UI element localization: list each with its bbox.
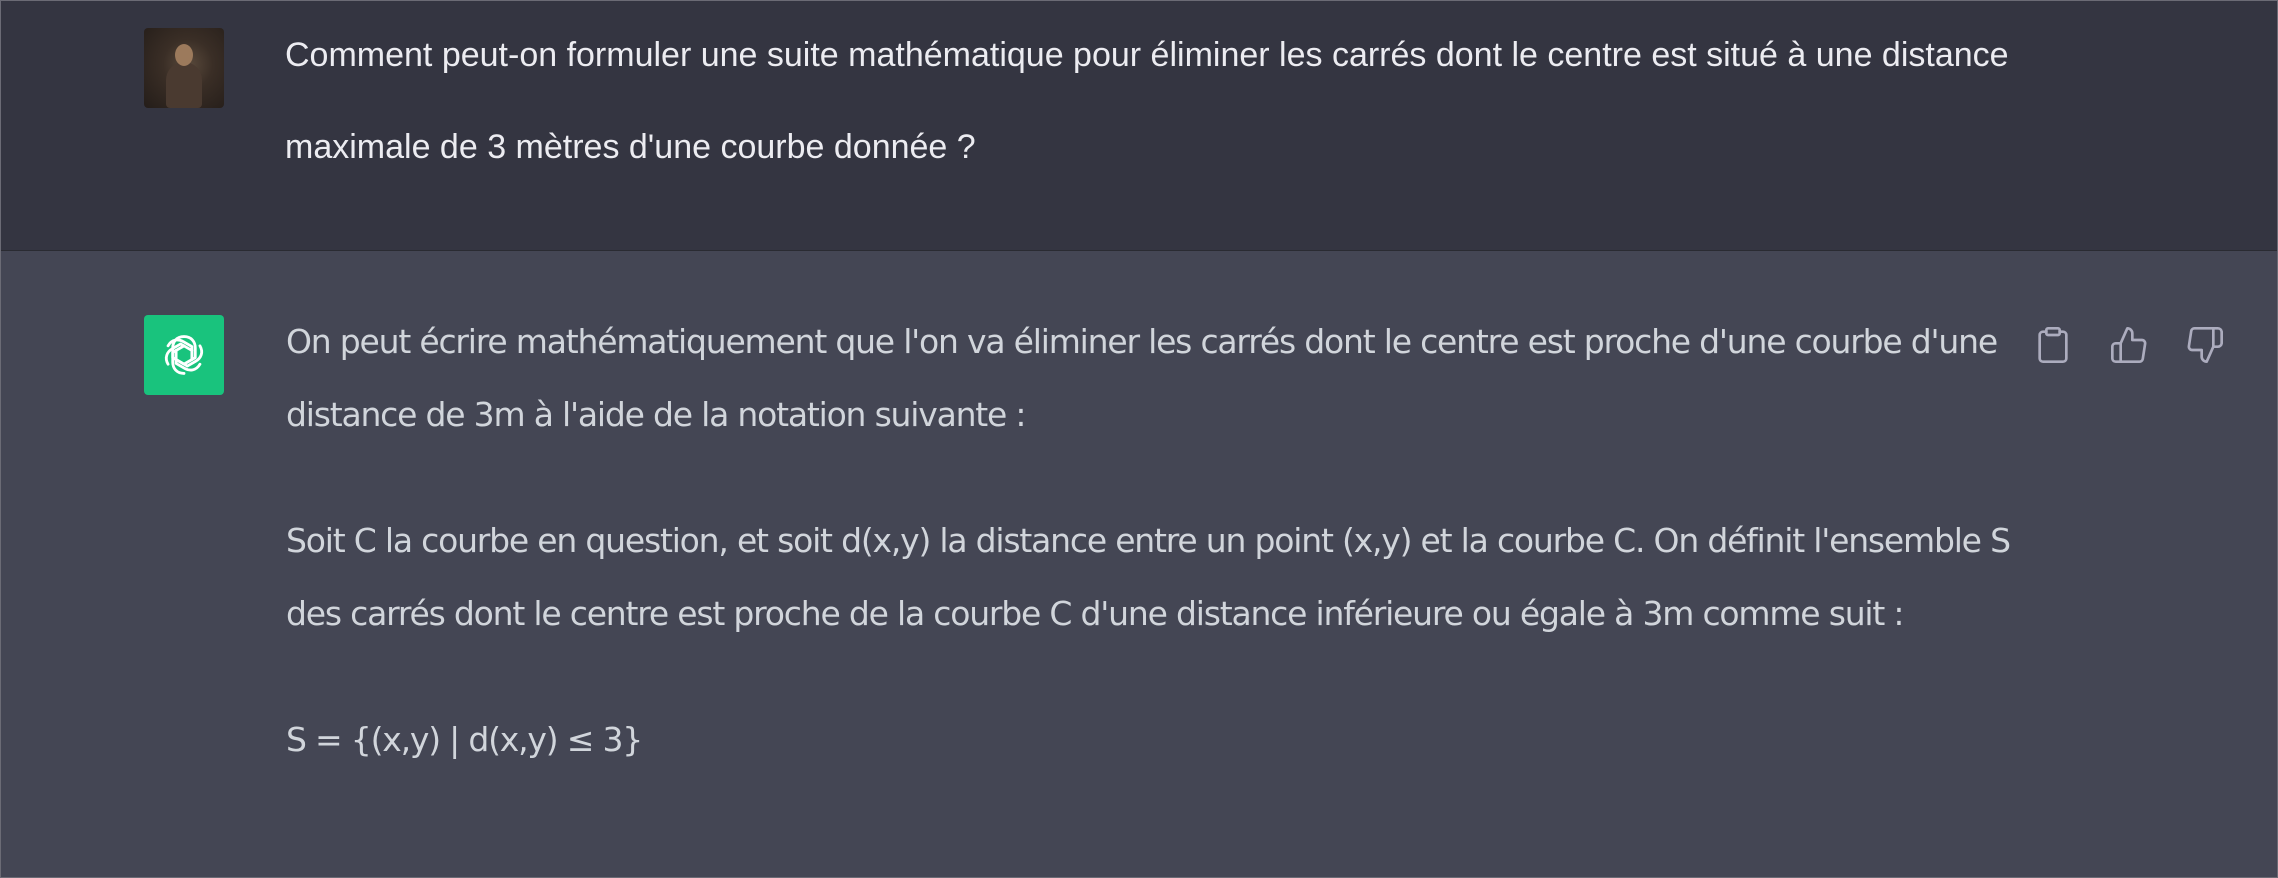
chat-page: Comment peut-on formuler une suite mathé…	[0, 0, 2278, 878]
avatar-head-shape	[175, 44, 193, 66]
copy-button[interactable]	[2031, 323, 2075, 367]
assistant-formula: S = {(x,y) | d(x,y) ≤ 3}	[286, 720, 643, 759]
message-actions	[2031, 323, 2227, 367]
thumbs-down-icon	[2187, 327, 2223, 363]
user-avatar	[144, 28, 224, 108]
assistant-paragraph: On peut écrire mathématiquement que l'on…	[286, 322, 1998, 434]
user-message-text: Comment peut-on formuler une suite mathé…	[285, 36, 2009, 166]
assistant-paragraph: Soit C la courbe en question, et soit d(…	[286, 521, 2011, 633]
user-message: Comment peut-on formuler une suite mathé…	[1, 1, 2277, 251]
thumbs-up-button[interactable]	[2107, 323, 2151, 367]
thumbs-down-button[interactable]	[2183, 323, 2227, 367]
assistant-message-text: On peut écrire mathématiquement que l'on…	[286, 322, 2036, 829]
openai-logo-icon	[144, 315, 224, 395]
assistant-message: On peut écrire mathématiquement que l'on…	[1, 251, 2277, 877]
thumbs-up-icon	[2111, 327, 2147, 363]
clipboard-icon	[2038, 327, 2068, 363]
avatar-body-shape	[166, 62, 202, 108]
